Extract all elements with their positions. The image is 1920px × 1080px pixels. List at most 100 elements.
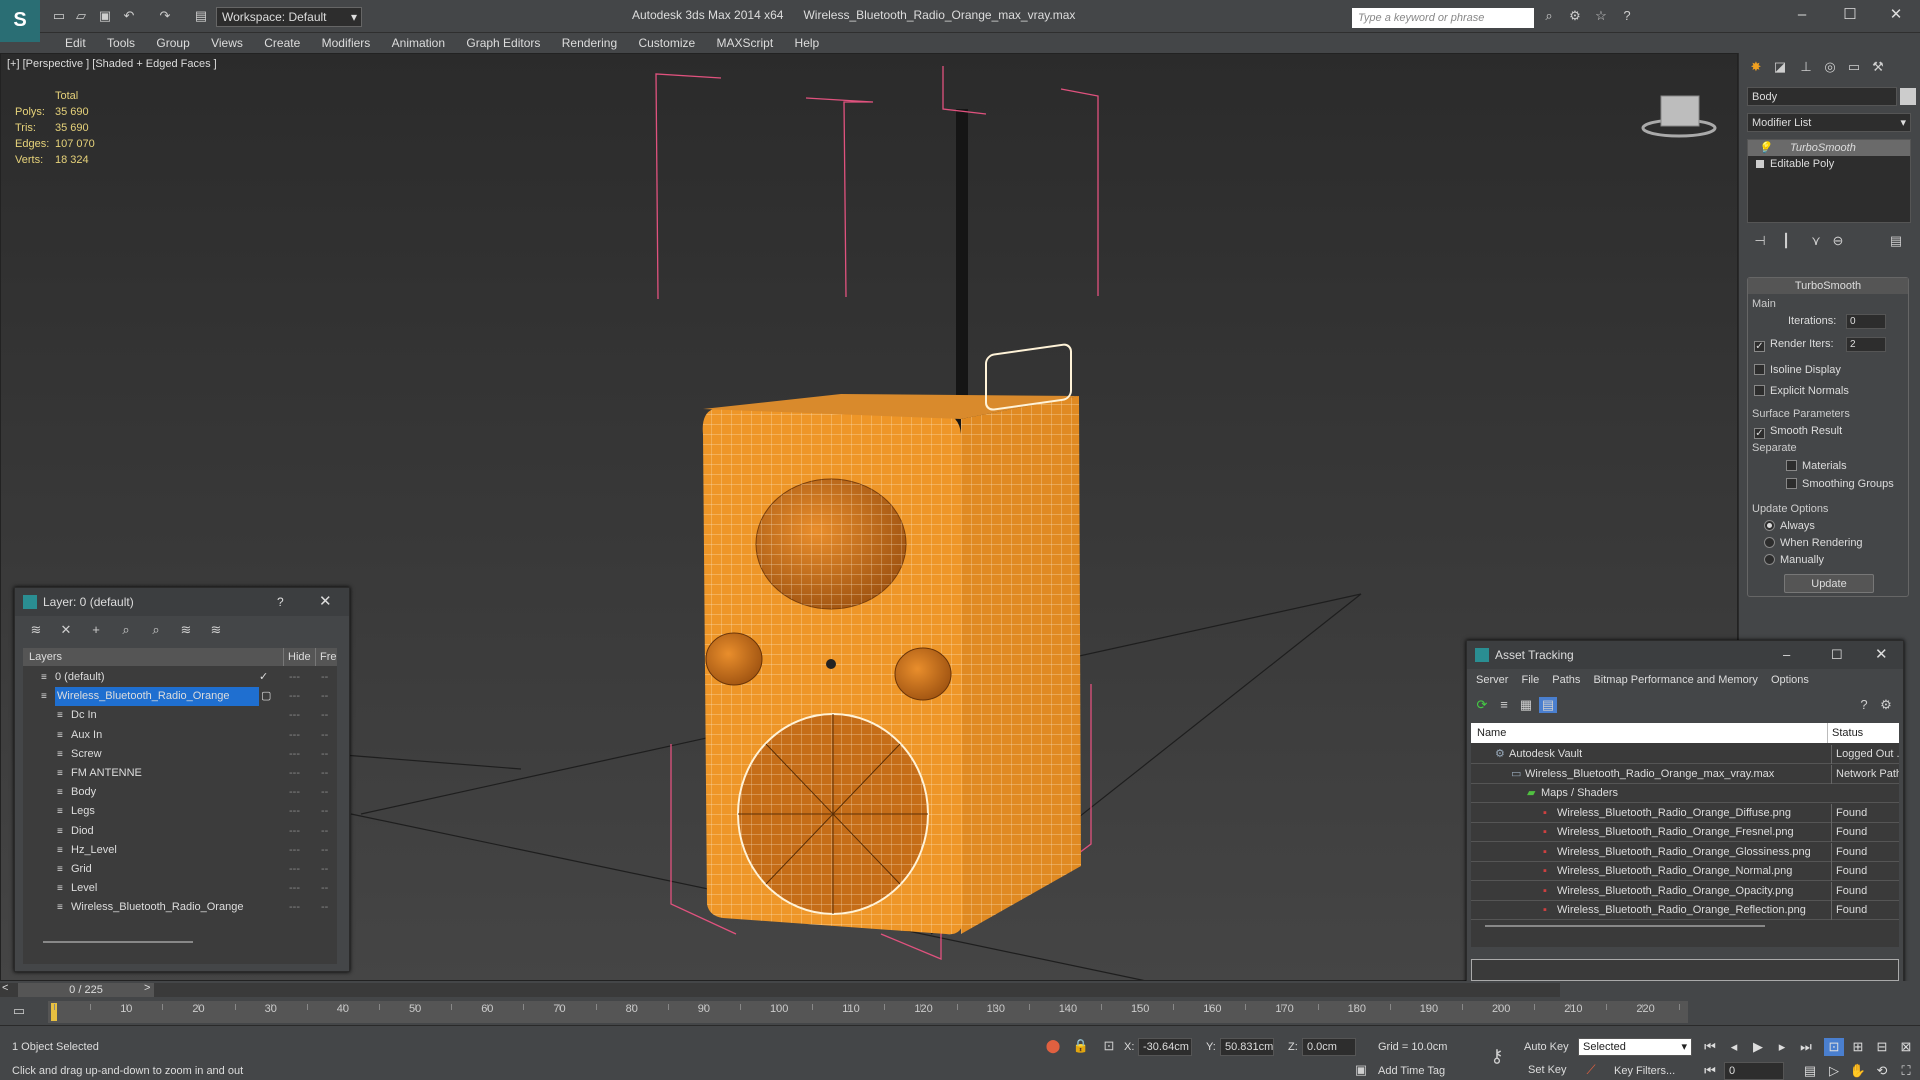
name-column-header[interactable]: Name [1477,723,1506,743]
asset-row[interactable]: ▰ Maps / Shaders [1471,784,1899,803]
add-time-tag[interactable]: Add Time Tag [1378,1065,1445,1077]
menu-help[interactable]: Help [786,33,829,53]
y-coordinate-field[interactable]: 50.831cm [1220,1038,1274,1056]
next-key-icon[interactable]: ▸ [1772,1038,1792,1056]
layer-row[interactable]: ≡ Wireless_Bluetooth_Radio_Orange --- -- ▢ [23,687,337,707]
freeze-column-header[interactable]: Fre [315,648,337,666]
menu-graph-editors[interactable]: Graph Editors [457,33,549,53]
freeze-toggle[interactable]: -- [321,841,328,860]
hide-toggle[interactable]: --- [289,726,300,745]
help-icon[interactable]: ? [1618,8,1636,24]
menu-rendering[interactable]: Rendering [553,33,626,53]
make-unique-icon[interactable]: ⋎ [1807,233,1825,249]
curve-editor-icon[interactable]: ▭ [10,1003,28,1019]
motion-tab-icon[interactable]: ◎ [1821,59,1839,75]
materials-checkbox[interactable] [1786,460,1797,471]
create-tab-icon[interactable]: ✸ [1747,59,1765,75]
play-icon[interactable]: ▶ [1748,1038,1768,1056]
when-rendering-radio[interactable] [1764,537,1775,548]
key-mode-icon[interactable]: ⏮ [1700,1062,1720,1080]
freeze-toggle[interactable]: -- [321,802,328,821]
time-config-icon[interactable]: ▤ [1800,1062,1820,1080]
maximize-icon[interactable]: ☐ [1830,4,1870,26]
asset-menu-paths[interactable]: Paths [1547,674,1585,686]
view-cube-icon[interactable] [1641,95,1717,138]
freeze-toggle[interactable]: -- [321,764,328,783]
status-column-header[interactable]: Status [1827,723,1863,743]
workspace-dropdown[interactable]: Workspace: Default ▾ [216,7,362,27]
hide-toggle[interactable]: --- [289,860,300,879]
asset-row[interactable]: ▭ Wireless_Bluetooth_Radio_Orange_max_vra… [1471,764,1899,784]
time-slider-track[interactable]: < 0 / 225 > [0,982,1560,997]
communication-center-icon[interactable]: ⚙ [1566,8,1584,24]
table-view-icon[interactable]: ▤ [1539,697,1557,713]
layer-row[interactable]: ≡ Level --- -- [23,879,337,898]
create-layer-icon[interactable]: ≋ [27,622,45,638]
highlight-layer-icon[interactable]: ⌕ [147,622,165,638]
hide-toggle[interactable]: --- [289,841,300,860]
minimize-icon[interactable]: – [1782,4,1822,26]
go-to-start-icon[interactable]: ⏮ [1700,1038,1720,1056]
open-file-icon[interactable]: ▱ [72,8,90,24]
z-coordinate-field[interactable]: 0.0cm [1302,1038,1356,1056]
zoom-icon[interactable]: ⊡ [1824,1038,1844,1056]
set-key-button[interactable]: Set Key [1528,1064,1567,1076]
menu-animation[interactable]: Animation [383,33,454,53]
stack-item-editable-poly[interactable]: Editable Poly [1748,156,1910,172]
list-view-icon[interactable]: ≡ [1495,697,1513,713]
layer-row[interactable]: ≡ Aux In --- -- [23,726,337,745]
horizontal-scrollbar[interactable] [1485,925,1765,927]
freeze-toggle[interactable]: -- [321,706,328,725]
search-input[interactable]: Type a keyword or phrase [1352,8,1534,28]
smoothing-groups-checkbox[interactable] [1786,478,1797,489]
previous-key-icon[interactable]: ◂ [1724,1038,1744,1056]
layers-column-header[interactable]: Layers [29,648,62,666]
asset-path-field[interactable] [1471,959,1899,981]
freeze-toggle[interactable]: -- [321,822,328,841]
minimize-icon[interactable]: – [1783,641,1790,669]
time-tag-icon[interactable]: ▣ [1352,1062,1370,1078]
always-radio[interactable] [1764,520,1775,531]
filter-icon[interactable]: ⟋ [1582,1062,1600,1078]
freeze-toggle[interactable]: -- [321,860,328,879]
add-to-layer-icon[interactable]: + [87,622,105,638]
hide-toggle[interactable]: --- [289,898,300,917]
layer-row[interactable]: ≡ FM ANTENNE --- -- [23,764,337,783]
layer-row[interactable]: ≡ 0 (default) --- -- ✓ [23,668,337,687]
hide-toggle[interactable]: --- [289,706,300,725]
favorites-icon[interactable]: ☆ [1592,8,1610,24]
layer-row[interactable]: ≡ Grid --- -- [23,860,337,879]
zoom-all-icon[interactable]: ⊞ [1848,1038,1868,1056]
redo-icon[interactable]: ↷ [156,8,174,24]
absolute-mode-icon[interactable]: ⊡ [1100,1038,1118,1054]
render-iters-checkbox[interactable]: ✓ [1754,341,1765,353]
asset-tracking-title-bar[interactable]: Asset Tracking – ☐ ✕ [1467,641,1903,669]
x-coordinate-field[interactable]: -30.64cm [1138,1038,1192,1056]
asset-menu-server[interactable]: Server [1471,674,1513,686]
app-logo-icon[interactable]: S [0,0,40,42]
go-to-end-icon[interactable]: ⏭ [1796,1038,1816,1056]
close-icon[interactable]: ✕ [319,588,332,616]
asset-menu-file[interactable]: File [1516,674,1544,686]
layer-row[interactable]: ≡ Legs --- -- [23,802,337,821]
zoom-extents-icon[interactable]: ⊟ [1872,1038,1892,1056]
help-icon[interactable]: ? [277,588,284,616]
close-icon[interactable]: ✕ [1876,4,1916,26]
binoculars-icon[interactable]: ⌕ [1540,8,1558,24]
undo-icon[interactable]: ↶ [120,8,138,24]
isoline-checkbox[interactable] [1754,364,1765,375]
menu-customize[interactable]: Customize [629,33,704,53]
freeze-toggle[interactable]: -- [321,745,328,764]
freeze-toggle[interactable]: -- [321,783,328,802]
isolate-selection-icon[interactable]: ⬤ [1044,1038,1062,1054]
freeze-toggle[interactable]: -- [321,879,328,898]
hide-column-header[interactable]: Hide [283,648,311,666]
layer-row[interactable]: ≡ Diod --- -- [23,822,337,841]
manually-radio[interactable] [1764,554,1775,565]
menu-create[interactable]: Create [255,33,309,53]
asset-row[interactable]: ▪ Wireless_Bluetooth_Radio_Orange_Glossin… [1471,842,1899,862]
iterations-spinner[interactable]: 0 [1846,314,1886,329]
menu-group[interactable]: Group [147,33,198,53]
render-iters-spinner[interactable]: 2 [1846,337,1886,352]
selection-lock-icon[interactable]: 🔒 [1072,1038,1090,1054]
